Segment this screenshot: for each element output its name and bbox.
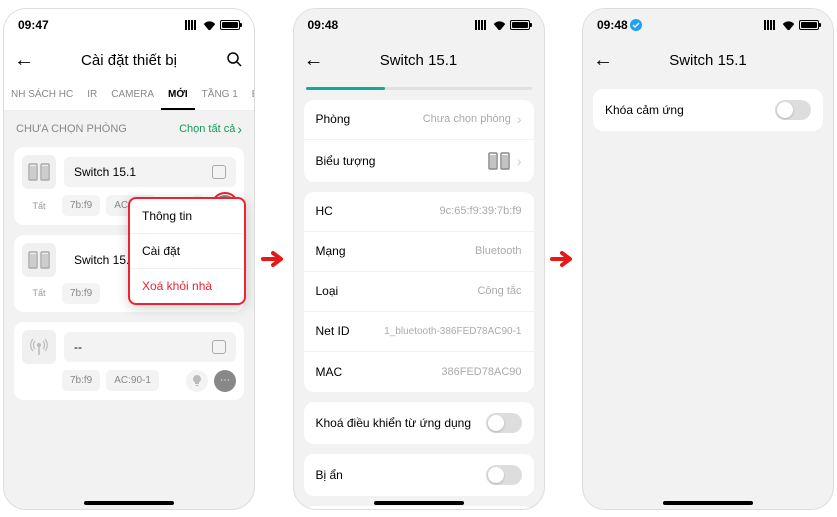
home-indicator[interactable] (374, 501, 464, 505)
antenna-icon (22, 330, 56, 364)
screen-3: 09:48 ← Switch 15.1 Khóa cảm ứng (583, 9, 833, 509)
tab-floor1[interactable]: TẦNG 1 (195, 81, 245, 110)
page-title: Switch 15.1 (669, 52, 747, 69)
verified-badge-icon (630, 19, 642, 31)
mac-chip[interactable]: 7b:f9 (62, 370, 100, 391)
wifi-icon (493, 20, 506, 30)
row-touch-lock: Khóa cảm ứng (593, 89, 823, 131)
device-checkbox[interactable] (212, 340, 226, 354)
gate-icon (22, 155, 56, 189)
menu-item-remove[interactable]: Xoá khỏi nhà (130, 269, 244, 303)
screen-2: 09:48 ← Switch 15.1 Phòng Chưa chọn phòn… (294, 9, 544, 509)
search-icon[interactable] (226, 51, 242, 71)
tab-camera[interactable]: CAMERA (104, 81, 161, 110)
tabs: NH SÁCH HC IR CAMERA MỚI TẦNG 1 BỊ ẨN (4, 81, 254, 111)
wifi-icon (782, 20, 795, 30)
header: ← Switch 15.1 (583, 41, 833, 81)
chevron-right-icon: › (517, 153, 522, 169)
toggle-hidden[interactable] (486, 465, 522, 485)
wifi-icon (203, 20, 216, 30)
select-all-link[interactable]: Chọn tất cả › (179, 121, 242, 137)
group-info: HC9c:65:f9:39:7b:f9 MạngBluetooth LoạiCô… (304, 192, 534, 392)
status-indicators (764, 20, 819, 30)
flow-arrow-icon (549, 250, 577, 268)
context-menu: Thông tin Cài đặt Xoá khỏi nhà (128, 197, 246, 305)
device-caption: Tất (22, 288, 56, 298)
section-header: CHƯA CHỌN PHÒNG Chọn tất cả › (4, 111, 254, 147)
back-arrow-icon[interactable]: ← (593, 49, 613, 72)
row-hc: HC9c:65:f9:39:7b:f9 (304, 192, 534, 232)
row-type: LoạiCông tắc (304, 272, 534, 312)
group-camera: Camera xem trướcKhông› (304, 506, 534, 509)
row-icon[interactable]: Biểu tượng › (304, 140, 534, 182)
page-title: Cài đặt thiết bị (81, 52, 177, 69)
settings-content: Khóa cảm ứng (583, 81, 833, 509)
flow-arrow-icon (260, 250, 288, 268)
chevron-right-icon: › (517, 111, 522, 127)
battery-icon (510, 20, 530, 30)
more-icon[interactable]: ⋯ (214, 370, 236, 392)
section-label: CHƯA CHỌN PHÒNG (16, 123, 127, 135)
status-indicators (475, 20, 530, 30)
status-time: 09:48 (308, 18, 339, 32)
menu-item-settings[interactable]: Cài đặt (130, 234, 244, 269)
mac-chip[interactable]: 7b:f9 (62, 283, 100, 304)
group-hidden: Bị ẩn (304, 454, 534, 496)
status-bar: 09:48 (294, 9, 544, 41)
device-list: Switch 15.1 Tất 7b:f9 AC90-1 ⋯ Thông tin… (4, 147, 254, 509)
progress-bar (306, 87, 532, 90)
toggle-lock-app[interactable] (486, 413, 522, 433)
menu-item-info[interactable]: Thông tin (130, 199, 244, 234)
row-camera[interactable]: Camera xem trướcKhông› (304, 506, 534, 509)
header: ← Cài đặt thiết bị (4, 41, 254, 81)
device-name-field[interactable]: Switch 15.1 (64, 157, 236, 187)
device-name-field[interactable]: -- (64, 332, 236, 362)
gate-icon (22, 243, 56, 277)
row-mac: MAC386FED78AC90 (304, 352, 534, 392)
screen-1: 09:47 ← Cài đặt thiết bị NH SÁCH HC IR C… (4, 9, 254, 509)
back-arrow-icon[interactable]: ← (14, 49, 34, 72)
row-hidden: Bị ẩn (304, 454, 534, 496)
back-arrow-icon[interactable]: ← (304, 49, 324, 72)
header: ← Switch 15.1 (294, 41, 544, 81)
status-time: 09:48 (597, 18, 642, 32)
row-netid: Net ID1_bluetooth-386FED78AC90-1 (304, 312, 534, 352)
battery-icon (220, 20, 240, 30)
page-title: Switch 15.1 (380, 52, 458, 69)
device-card: -- 7b:f9 AC:90-1 ⋯ (14, 322, 244, 400)
device-checkbox[interactable] (212, 165, 226, 179)
tab-hidden[interactable]: BỊ ẨN (245, 81, 254, 110)
group-touch-lock: Khóa cảm ứng (593, 89, 823, 131)
group-lock: Khoá điều khiển từ ứng dụng (304, 402, 534, 444)
row-lock-app: Khoá điều khiển từ ứng dụng (304, 402, 534, 444)
status-time: 09:47 (18, 18, 49, 32)
toggle-touch-lock[interactable] (775, 100, 811, 120)
home-indicator[interactable] (84, 501, 174, 505)
gate-icon (487, 151, 511, 171)
signal-icon (475, 20, 489, 30)
bulb-icon[interactable] (186, 370, 208, 392)
signal-icon (764, 20, 778, 30)
row-network: MạngBluetooth (304, 232, 534, 272)
group-basic: Phòng Chưa chọn phòng› Biểu tượng › (304, 100, 534, 182)
status-bar: 09:47 (4, 9, 254, 41)
mac-chip[interactable]: 7b:f9 (62, 195, 100, 216)
status-bar: 09:48 (583, 9, 833, 41)
tab-ir[interactable]: IR (80, 81, 104, 110)
signal-icon (185, 20, 199, 30)
addr-chip[interactable]: AC:90-1 (106, 370, 159, 391)
status-indicators (185, 20, 240, 30)
device-card: Switch 15.1 Tất 7b:f9 AC90-1 ⋯ Thông tin… (14, 147, 244, 225)
device-caption: Tất (22, 201, 56, 211)
settings-content: Phòng Chưa chọn phòng› Biểu tượng › HC9c… (294, 100, 544, 509)
tab-hc-list[interactable]: NH SÁCH HC (4, 81, 80, 110)
battery-icon (799, 20, 819, 30)
home-indicator[interactable] (663, 501, 753, 505)
tab-new[interactable]: MỚI (161, 81, 195, 110)
row-room[interactable]: Phòng Chưa chọn phòng› (304, 100, 534, 140)
